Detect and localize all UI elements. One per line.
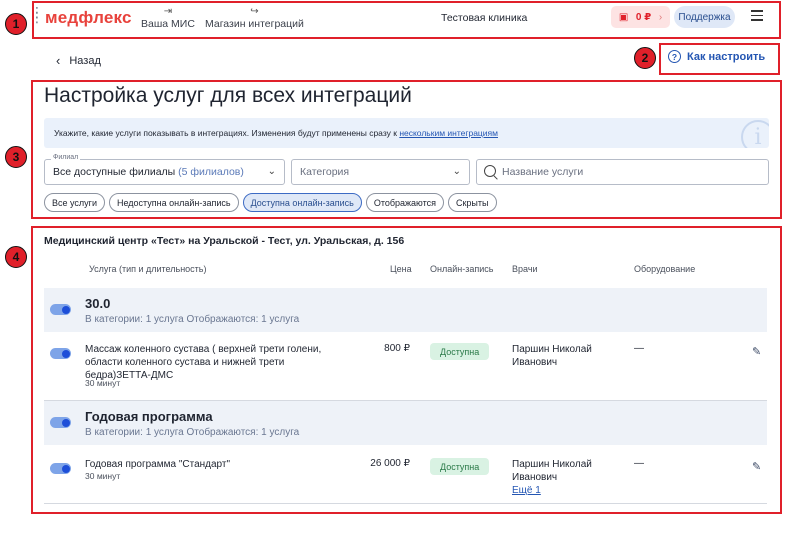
back-label: Назад: [69, 54, 101, 67]
logo[interactable]: медфлекс: [45, 8, 132, 28]
category-toggle[interactable]: [50, 417, 71, 428]
chip-unavailable[interactable]: Недоступна онлайн-запись: [108, 193, 239, 212]
annotation-badge-4: 4: [5, 246, 27, 268]
service-toggle[interactable]: [50, 348, 71, 359]
category-name: Годовая программа: [85, 409, 213, 424]
service-toggle[interactable]: [50, 463, 71, 474]
service-duration: 30 минут: [85, 378, 121, 388]
category-toggle[interactable]: [50, 304, 71, 315]
category-group: 30.0 В категории: 1 услуга Отображаются:…: [44, 288, 767, 332]
nav-label: Ваша МИС: [141, 18, 195, 30]
nav-label: Магазин интеграций: [205, 18, 304, 30]
login-icon: ⇥: [163, 6, 173, 17]
search-placeholder: Название услуги: [502, 166, 584, 178]
chevron-down-icon: ⌄: [452, 166, 461, 177]
annotation-badge-2: 2: [634, 47, 656, 69]
info-icon: i: [741, 120, 769, 148]
page-title: Настройка услуг для всех интеграций: [44, 84, 412, 107]
service-name: Годовая программа "Стандарт": [85, 459, 231, 470]
filter-chips: Все услуги Недоступна онлайн-запись Дост…: [44, 193, 497, 212]
service-price: 26 000 ₽: [370, 458, 410, 469]
column-doctors: Врачи: [512, 264, 538, 274]
equipment-value: —: [634, 458, 644, 469]
chip-hidden[interactable]: Скрыты: [447, 193, 497, 212]
status-badge: Доступна: [430, 343, 490, 360]
column-service: Услуга (тип и длительность): [89, 264, 207, 274]
integrations-link[interactable]: нескольким интеграциям: [399, 128, 498, 138]
how-to-setup-button[interactable]: ? Как настроить: [668, 50, 765, 63]
category-group: Годовая программа В категории: 1 услуга …: [44, 401, 767, 445]
doctor-name: Паршин Николай Иванович: [512, 344, 592, 368]
info-banner: Укажите, какие услуги показывать в интег…: [44, 118, 769, 148]
apps-grid-icon[interactable]: ⋮ ⋮: [30, 5, 44, 24]
category-meta: В категории: 1 услуга Отображаются: 1 ус…: [85, 427, 300, 438]
help-icon: ?: [668, 50, 681, 63]
service-duration: 30 минут: [85, 471, 121, 481]
chip-available[interactable]: Доступна онлайн-запись: [242, 193, 362, 212]
row-divider: [44, 503, 767, 504]
branch-select[interactable]: Филиал Все доступные филиалы (5 филиалов…: [44, 154, 285, 185]
center-title: Медицинский центр «Тест» на Уральской - …: [44, 235, 405, 247]
top-header: ⋮ ⋮ медфлекс ⇥ Ваша МИС ↪ Магазин интегра…: [0, 0, 800, 38]
branch-value: Все доступные филиалы (5 филиалов): [53, 166, 244, 178]
branch-label: Филиал: [51, 154, 81, 161]
category-select[interactable]: Категория ⌄: [291, 159, 470, 185]
category-meta: В категории: 1 услуга Отображаются: 1 ус…: [85, 314, 300, 325]
chevron-right-icon: ›: [658, 11, 663, 23]
how-to-label: Как настроить: [687, 50, 766, 63]
nav-your-mis[interactable]: ⇥ Ваша МИС: [141, 6, 195, 30]
balance-button[interactable]: ▣ 0 ₽ ›: [611, 6, 670, 28]
more-doctors-link[interactable]: Ещё 1: [512, 485, 541, 496]
chip-shown[interactable]: Отображаются: [365, 193, 444, 212]
category-placeholder: Категория: [300, 166, 350, 178]
menu-icon[interactable]: [751, 10, 763, 24]
service-price: 800 ₽: [384, 343, 410, 354]
doctor-name: Паршин Николай Иванович Ещё 1: [512, 459, 592, 496]
clinic-name[interactable]: Тестовая клиника: [441, 12, 527, 24]
category-name: 30.0: [85, 296, 111, 311]
edit-pencil-icon[interactable]: ✎: [752, 345, 761, 358]
column-equipment: Оборудование: [634, 264, 696, 274]
chip-all[interactable]: Все услуги: [44, 193, 105, 212]
back-button[interactable]: ‹ Назад: [56, 53, 101, 68]
edit-pencil-icon[interactable]: ✎: [752, 460, 761, 473]
column-online: Онлайн-запись: [430, 264, 494, 274]
logout-icon: ↪: [250, 6, 259, 17]
nav-integration-store[interactable]: ↪ Магазин интеграций: [205, 6, 304, 30]
chevron-down-icon: ⌄: [267, 166, 276, 177]
search-icon: [484, 165, 496, 177]
status-badge: Доступна: [430, 458, 490, 475]
chevron-left-icon: ‹: [56, 53, 61, 68]
info-text: Укажите, какие услуги показывать в интег…: [54, 128, 400, 138]
balance-value: 0 ₽: [635, 11, 652, 23]
support-button[interactable]: Поддержка: [674, 6, 735, 28]
column-price: Цена: [390, 264, 412, 274]
wallet-icon: ▣: [618, 11, 629, 23]
service-search-input[interactable]: Название услуги: [476, 159, 769, 185]
equipment-value: —: [634, 343, 644, 354]
service-name: Массаж коленного сустава ( верхней трети…: [85, 344, 322, 381]
annotation-badge-3: 3: [5, 146, 27, 168]
